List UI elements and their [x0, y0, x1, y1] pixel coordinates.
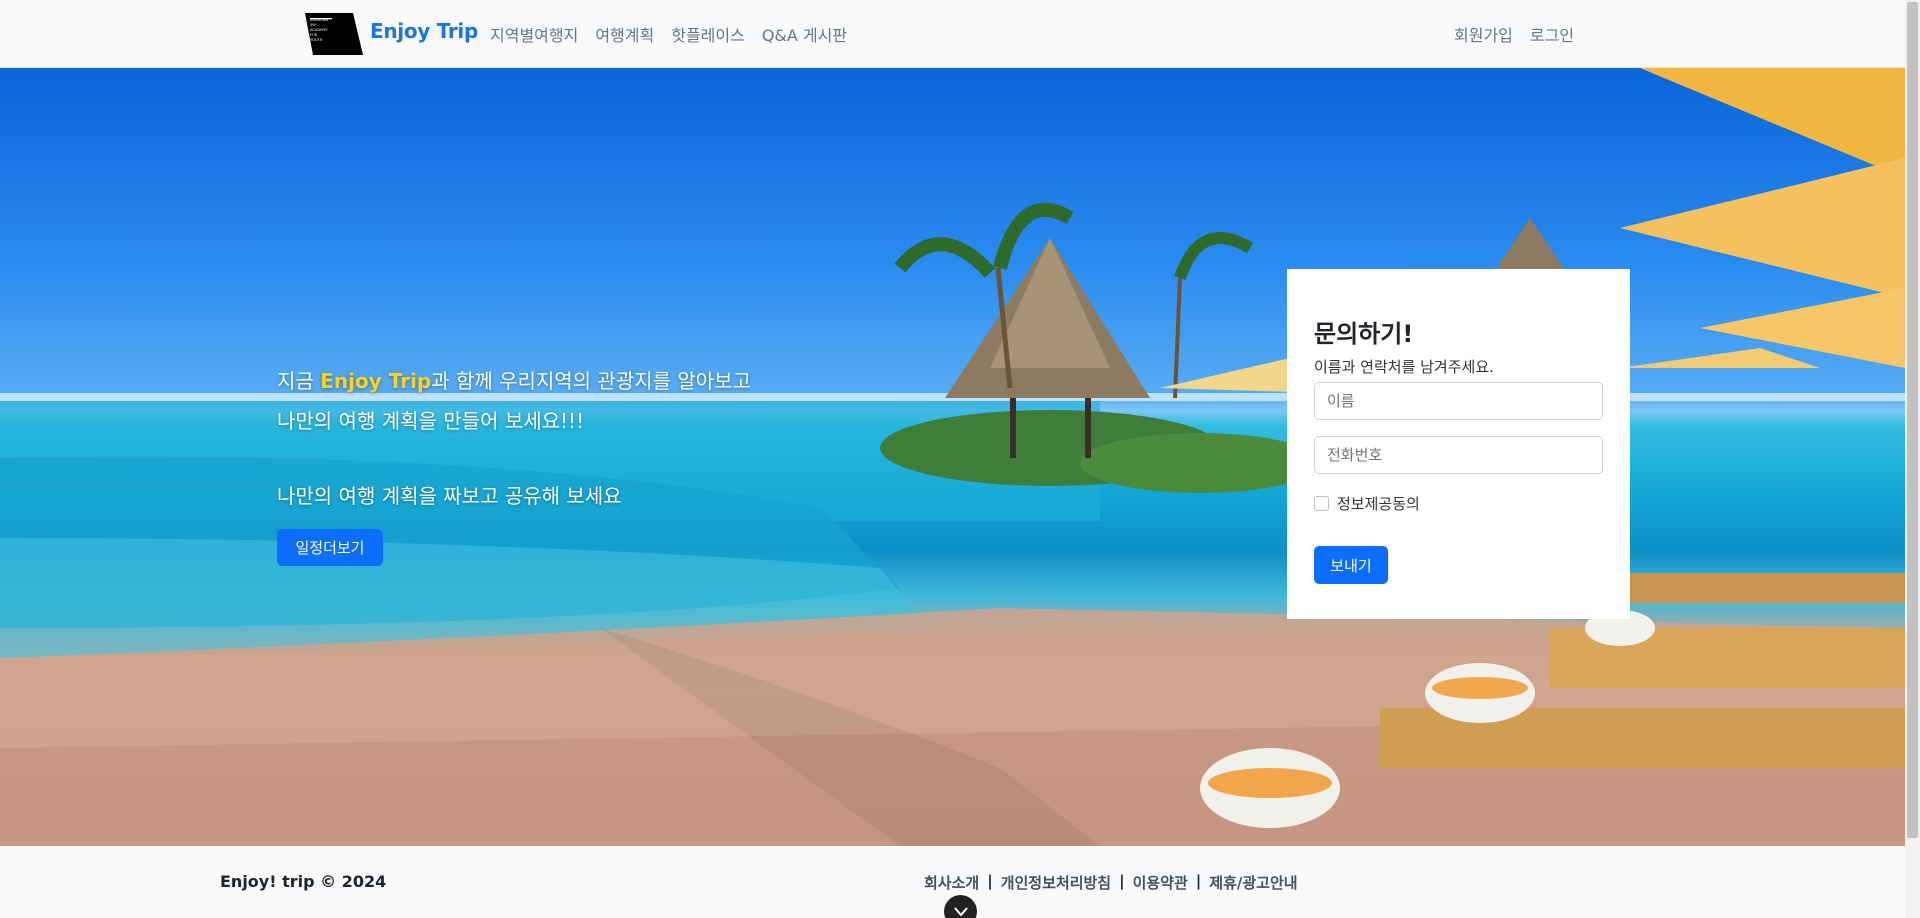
footer-separator: | [987, 872, 993, 890]
footer-separator: | [1195, 872, 1202, 890]
nav-travel-plan[interactable]: 여행계획 [595, 22, 654, 46]
consent-label[interactable]: 정보제공동의 [1337, 493, 1420, 514]
contact-title: 문의하기! [1314, 320, 1414, 348]
footer-link-privacy[interactable]: 개인정보처리방침 [1001, 872, 1111, 893]
footer-links: 회사소개 | 개인정보처리방침 | 이용약관 | 제휴/광고안내 [924, 872, 1298, 893]
hero-line1-prefix: 지금 [277, 369, 321, 393]
auth-nav: 회원가입 로그인 [1454, 22, 1574, 46]
nav-hot-places[interactable]: 핫플레이스 [671, 22, 745, 46]
svg-text:SAMSUNG: SAMSUNG [310, 18, 329, 22]
svg-text:YOUTH: YOUTH [310, 38, 323, 42]
brand-name[interactable]: Enjoy Trip [370, 19, 478, 43]
footer: Enjoy! trip © 2024 회사소개 | 개인정보처리방침 | 이용약… [0, 846, 1905, 918]
hero-banner: 지금 Enjoy Trip과 함께 우리지역의 관광지를 알아보고 나만의 여행… [0, 68, 1905, 846]
login-link[interactable]: 로그인 [1530, 22, 1574, 46]
phone-input[interactable] [1314, 436, 1603, 474]
footer-link-terms[interactable]: 이용약관 [1133, 872, 1188, 893]
consent-checkbox[interactable] [1314, 496, 1329, 511]
page-scrollbar[interactable] [1905, 0, 1920, 918]
nav-qna-board[interactable]: Q&A 게시판 [762, 22, 847, 46]
name-input[interactable] [1314, 382, 1603, 420]
svg-text:SW: SW [310, 23, 316, 27]
hero-headline-line2: 나만의 여행 계획을 만들어 보세요!!! [277, 409, 585, 433]
main-nav: 지역별여행지 여행계획 핫플레이스 Q&A 게시판 [490, 22, 847, 46]
top-navbar: SAMSUNG SW ACADEMY FOR YOUTH Enjoy Trip … [0, 0, 1905, 68]
send-button[interactable]: 보내기 [1314, 546, 1388, 584]
contact-card: 문의하기! 이름과 연락처를 남겨주세요. 정보제공동의 보내기 [1287, 269, 1630, 619]
svg-text:FOR: FOR [310, 33, 318, 37]
footer-link-partnership[interactable]: 제휴/광고안내 [1209, 872, 1297, 893]
consent-row: 정보제공동의 [1314, 493, 1420, 514]
copyright: Enjoy! trip © 2024 [220, 872, 387, 891]
signup-link[interactable]: 회원가입 [1454, 22, 1513, 46]
scrollbar-thumb[interactable] [1907, 2, 1918, 838]
hero-line1-suffix: 과 함께 우리지역의 관광지를 알아보고 [431, 369, 751, 393]
view-more-schedule-button[interactable]: 일정더보기 [277, 529, 383, 566]
footer-separator: | [1119, 872, 1125, 890]
footer-link-about[interactable]: 회사소개 [924, 872, 979, 893]
nav-regional-destinations[interactable]: 지역별여행지 [490, 22, 578, 46]
hero-brand-highlight: Enjoy Trip [320, 369, 432, 393]
hero-subline: 나만의 여행 계획을 짜보고 공유해 보세요 [277, 484, 622, 508]
chevron-down-icon[interactable] [944, 895, 977, 918]
contact-subtitle: 이름과 연락처를 남겨주세요. [1314, 358, 1494, 376]
svg-text:ACADEMY: ACADEMY [310, 28, 329, 32]
samsung-academy-logo[interactable]: SAMSUNG SW ACADEMY FOR YOUTH [305, 13, 363, 55]
hero-headline-line1: 지금 Enjoy Trip과 함께 우리지역의 관광지를 알아보고 [277, 365, 751, 394]
